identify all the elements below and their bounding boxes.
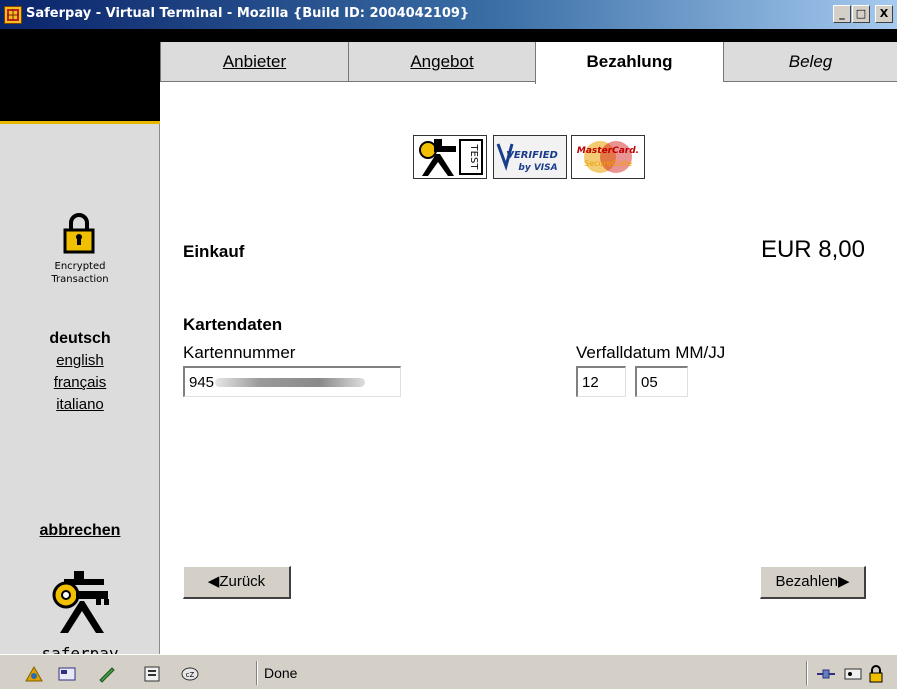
window-title: Saferpay - Virtual Terminal - Mozilla {B… bbox=[26, 6, 470, 21]
cancel-link[interactable]: abbrechen bbox=[0, 522, 160, 540]
composer-icon[interactable] bbox=[97, 665, 117, 683]
visa-badge-line2: by VISA bbox=[518, 163, 557, 173]
card-data-title: Kartendaten bbox=[183, 315, 283, 334]
status-separator-right bbox=[806, 661, 808, 685]
sidebar-header-black bbox=[0, 42, 160, 123]
purchase-label: Einkauf bbox=[183, 242, 245, 261]
security-lock-icon[interactable] bbox=[866, 665, 886, 683]
expiry-label: Verfalldatum MM/JJ bbox=[576, 343, 726, 362]
online-connection-icon[interactable] bbox=[816, 665, 836, 683]
sidebar: Encrypted Transaction deutsch english fr… bbox=[0, 124, 160, 663]
navigator-icon[interactable] bbox=[24, 665, 44, 683]
purchase-amount: EUR 8,00 bbox=[760, 236, 865, 263]
card-number-obscured bbox=[215, 378, 365, 387]
language-english-link[interactable]: english bbox=[0, 352, 160, 369]
tab-divider-left bbox=[160, 81, 535, 82]
test-key-icon: TEST bbox=[419, 139, 483, 176]
tab-angebot-label[interactable]: Angebot bbox=[410, 52, 473, 71]
close-button[interactable]: X bbox=[875, 5, 893, 23]
card-number-input[interactable]: 945 bbox=[183, 366, 401, 397]
status-bar: cZ Done bbox=[0, 654, 897, 689]
test-badge-text: TEST bbox=[468, 144, 479, 171]
tab-divider-right bbox=[723, 81, 897, 82]
tab-bezahlung: Bezahlung bbox=[535, 42, 723, 84]
expiry-year-input[interactable]: 05 bbox=[635, 366, 688, 397]
tab-anbieter[interactable]: Anbieter bbox=[160, 42, 348, 82]
mozilla-app-icon[interactable] bbox=[4, 6, 22, 24]
status-text: Done bbox=[264, 665, 298, 681]
mastercard-badge-line2: SecureCode bbox=[584, 159, 632, 168]
language-deutsch: deutsch bbox=[49, 330, 111, 347]
verified-by-visa-icon: VERIFIED by VISA bbox=[494, 136, 566, 178]
tab-bezahlung-label: Bezahlung bbox=[586, 52, 673, 71]
browser-window: Saferpay - Virtual Terminal - Mozilla {B… bbox=[0, 0, 897, 689]
pay-button[interactable]: Bezahlen▶ bbox=[760, 566, 866, 599]
visa-badge-line1: VERIFIED bbox=[506, 150, 558, 161]
expiry-month-input[interactable]: 12 bbox=[576, 366, 626, 397]
language-italiano-link[interactable]: italiano bbox=[0, 396, 160, 413]
mastercard-securecode-badge: MasterCard. SecureCode bbox=[571, 135, 645, 179]
test-badge: TEST bbox=[413, 135, 487, 179]
language-francais-link[interactable]: français bbox=[0, 374, 160, 391]
card-number-label: Kartennummer bbox=[183, 343, 296, 362]
verified-by-visa-badge: VERIFIED by VISA bbox=[493, 135, 567, 179]
saferpay-key-logo-icon bbox=[52, 571, 112, 633]
security-badges: TEST VERIFIED by VISA MasterCard. Secure… bbox=[413, 135, 645, 179]
maximize-button[interactable]: □ bbox=[852, 5, 870, 23]
encrypted-transaction-label: Encrypted Transaction bbox=[51, 261, 109, 285]
tab-anbieter-label[interactable]: Anbieter bbox=[223, 52, 286, 71]
tab-beleg-label: Beleg bbox=[788, 52, 833, 71]
back-button[interactable]: ◀Zurück bbox=[183, 566, 291, 599]
status-separator bbox=[256, 661, 258, 685]
minimize-button[interactable]: _ bbox=[833, 5, 851, 23]
mastercard-badge-line1: MasterCard. bbox=[577, 146, 639, 156]
header-black-bar bbox=[0, 29, 897, 42]
page-content: Anbieter Angebot Bezahlung Beleg Encrypt… bbox=[0, 29, 897, 663]
svg-text:cZ: cZ bbox=[186, 671, 195, 679]
tab-beleg: Beleg bbox=[723, 42, 897, 82]
card-number-value: 945 bbox=[189, 374, 215, 391]
irc-chat-icon[interactable]: cZ bbox=[180, 665, 200, 683]
tab-angebot[interactable]: Angebot bbox=[348, 42, 535, 82]
title-bar[interactable]: Saferpay - Virtual Terminal - Mozilla {B… bbox=[0, 0, 897, 29]
address-book-icon[interactable] bbox=[142, 665, 162, 683]
lock-icon bbox=[63, 212, 95, 254]
mastercard-securecode-icon: MasterCard. SecureCode bbox=[577, 141, 639, 173]
privacy-cookie-icon[interactable] bbox=[843, 665, 863, 683]
mail-icon[interactable] bbox=[57, 665, 77, 683]
